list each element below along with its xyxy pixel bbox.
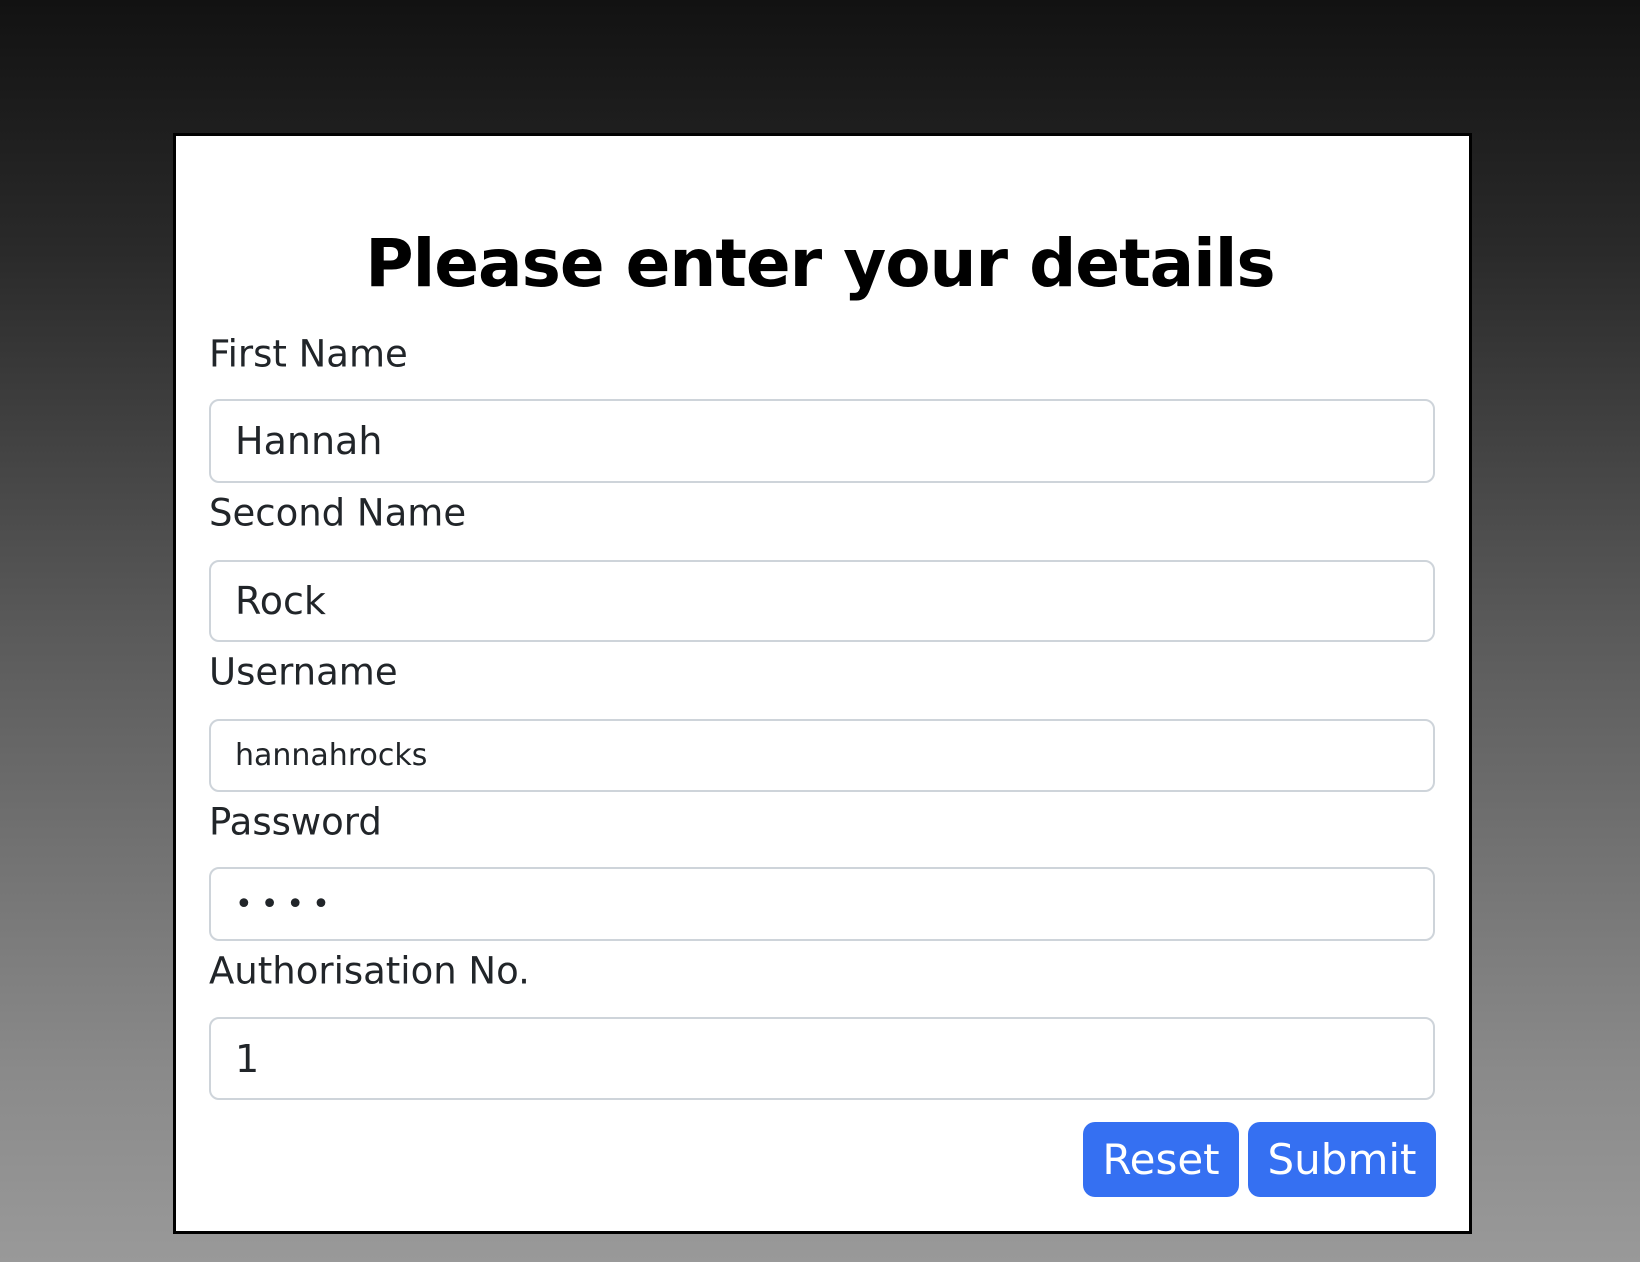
page-title: Please enter your details: [365, 225, 1275, 302]
submit-button[interactable]: Submit: [1248, 1122, 1436, 1197]
first-name-label: First Name: [209, 332, 408, 376]
reset-button[interactable]: Reset: [1083, 1122, 1239, 1197]
username-label: Username: [209, 650, 398, 694]
username-input[interactable]: [209, 719, 1435, 792]
second-name-input[interactable]: [209, 560, 1435, 642]
authorisation-number-input[interactable]: [209, 1017, 1435, 1100]
second-name-label: Second Name: [209, 491, 467, 535]
password-label: Password: [209, 800, 382, 844]
first-name-input[interactable]: [209, 399, 1435, 483]
authorisation-number-label: Authorisation No.: [209, 949, 530, 993]
password-input[interactable]: [209, 867, 1435, 941]
